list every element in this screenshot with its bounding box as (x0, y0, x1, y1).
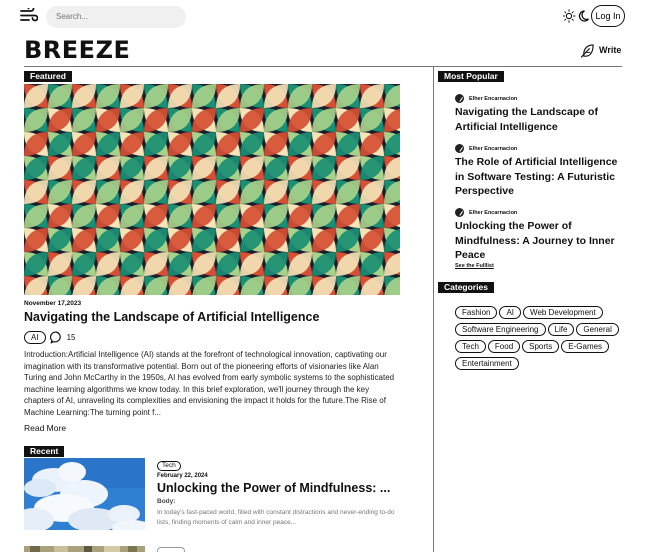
featured-meta: AI 15 (24, 331, 75, 344)
author-name: Elher Encarnacion (469, 209, 518, 216)
header-divider (24, 66, 622, 67)
popular-item[interactable]: Elher Encarnacion The Role of Artificial… (455, 144, 625, 199)
category-tag-life[interactable]: Life (547, 323, 575, 336)
write-button[interactable]: Write (580, 41, 621, 59)
category-tag-sports[interactable]: Sports (522, 340, 560, 353)
comment-count: 15 (66, 333, 76, 342)
recent-category-tag-2[interactable] (157, 547, 185, 552)
category-tag-food[interactable]: Food (487, 340, 521, 353)
see-full-list-link[interactable]: See the Fulllist (455, 263, 494, 269)
most-popular-label: Most Popular (438, 71, 504, 82)
sky-clouds-image (24, 458, 145, 530)
sidebar-divider (433, 67, 434, 552)
author-name: Elher Encarnacion (469, 145, 518, 152)
category-list: Fashion AI Web Development Software Engi… (455, 306, 625, 370)
recent-thumbnail-2 (24, 546, 145, 552)
featured-date: November 17,2023 (24, 300, 82, 307)
category-tag-tech[interactable]: Tech (455, 340, 486, 353)
feather-badge-icon (455, 94, 464, 103)
category-tag-fashion[interactable]: Fashion (455, 306, 498, 319)
popular-title[interactable]: Unlocking the Power of Mindfulness: A Jo… (455, 219, 625, 263)
featured-excerpt: Introduction:Artificial Intelligence (AI… (24, 350, 395, 417)
popular-title[interactable]: The Role of Artificial Intelligence in S… (455, 155, 625, 199)
popular-item[interactable]: Elher Encarnacion Unlocking the Power of… (455, 208, 625, 263)
feather-badge-icon (455, 144, 464, 153)
recent-label: Recent (24, 446, 65, 457)
recent-post-image[interactable] (24, 458, 145, 530)
featured-category-tag[interactable]: AI (24, 331, 46, 344)
wind-logo-icon[interactable] (20, 8, 38, 24)
author-name: Elher Encarnacion (469, 95, 518, 102)
search-input[interactable] (46, 6, 186, 28)
top-bar: Log In (0, 0, 646, 34)
recent-date: February 22, 2024 (157, 473, 208, 479)
category-tag-web-development[interactable]: Web Development (523, 306, 603, 319)
recent-category-tag[interactable]: Tech (157, 461, 181, 471)
category-tag-ai[interactable]: AI (499, 306, 522, 319)
feather-icon (580, 43, 594, 58)
comment-icon[interactable] (49, 331, 63, 344)
featured-label: Featured (24, 71, 72, 82)
popular-author: Elher Encarnacion (455, 208, 625, 217)
feather-badge-icon (455, 208, 464, 217)
login-button[interactable]: Log In (591, 5, 625, 27)
featured-title[interactable]: Navigating the Landscape of Artificial I… (24, 310, 319, 324)
recent-excerpt: In today's fast-paced world, filled with… (157, 509, 395, 526)
popular-title[interactable]: Navigating the Landscape of Artificial I… (455, 105, 625, 134)
read-more-link[interactable]: Read More (24, 423, 66, 433)
popular-author: Elher Encarnacion (455, 94, 625, 103)
recent-body-label: Body: (157, 498, 176, 505)
recent-title[interactable]: Unlocking the Power of Mindfulness: ... (157, 481, 390, 495)
category-tag-entertainment[interactable]: Entertainment (455, 357, 519, 370)
recent-post-image-2[interactable] (24, 545, 145, 552)
categories-label: Categories (438, 282, 494, 293)
category-tag-e-games[interactable]: E-Games (561, 340, 610, 353)
brand-title[interactable]: BREEZE (24, 36, 130, 64)
category-tag-software-engineering[interactable]: Software Engineering (455, 323, 546, 336)
category-tag-general[interactable]: General (576, 323, 619, 336)
featured-image[interactable] (24, 84, 400, 295)
theme-toggle-icon[interactable] (563, 9, 589, 23)
write-label: Write (599, 45, 622, 55)
geometric-pattern (24, 84, 400, 295)
popular-author: Elher Encarnacion (455, 144, 625, 153)
popular-item[interactable]: Elher Encarnacion Navigating the Landsca… (455, 94, 625, 134)
